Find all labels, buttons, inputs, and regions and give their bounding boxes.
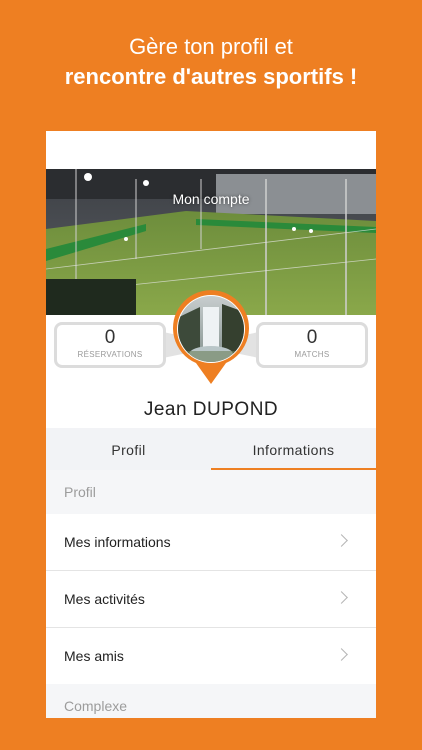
reservations-label: RÉSERVATIONS (77, 350, 143, 359)
promo-line-2: rencontre d'autres sportifs ! (64, 64, 358, 89)
section-header-profil: Profil (46, 470, 376, 514)
list-item-label: Mes amis (64, 648, 124, 664)
reservations-count: 0 (104, 327, 116, 348)
list-item-label: Mes informations (64, 534, 171, 550)
list-item-mes-informations[interactable]: Mes informations (46, 514, 376, 571)
app-screen: Mon compte 0 RÉSERVATIONS 0 MATCHS Jean … (46, 131, 376, 718)
avatar[interactable] (170, 289, 252, 385)
reservations-stat[interactable]: 0 RÉSERVATIONS (54, 322, 166, 368)
user-name: Jean DUPOND (143, 399, 279, 420)
tab-profil[interactable]: Profil (46, 428, 211, 470)
promo-line-1: Gère ton profil et (129, 34, 293, 59)
list-item-mes-amis[interactable]: Mes amis (46, 628, 376, 685)
chevron-right-icon (335, 591, 348, 604)
tab-informations[interactable]: Informations (211, 428, 376, 470)
chevron-right-icon (335, 648, 348, 661)
section-header-complexe: Complexe (46, 684, 376, 718)
profile-tabs: Profil Informations (46, 428, 376, 470)
list-item-label: Mes activités (64, 591, 145, 607)
matchs-label: MATCHS (294, 350, 330, 359)
matchs-count: 0 (306, 327, 318, 348)
avatar-pin-icon (173, 290, 249, 384)
list-item-mes-activites[interactable]: Mes activités (46, 571, 376, 628)
chevron-right-icon (335, 534, 348, 547)
promo-headline: Gère ton profil et rencontre d'autres sp… (0, 32, 422, 92)
matchs-stat[interactable]: 0 MATCHS (256, 322, 368, 368)
screen-title: Mon compte (172, 191, 250, 207)
